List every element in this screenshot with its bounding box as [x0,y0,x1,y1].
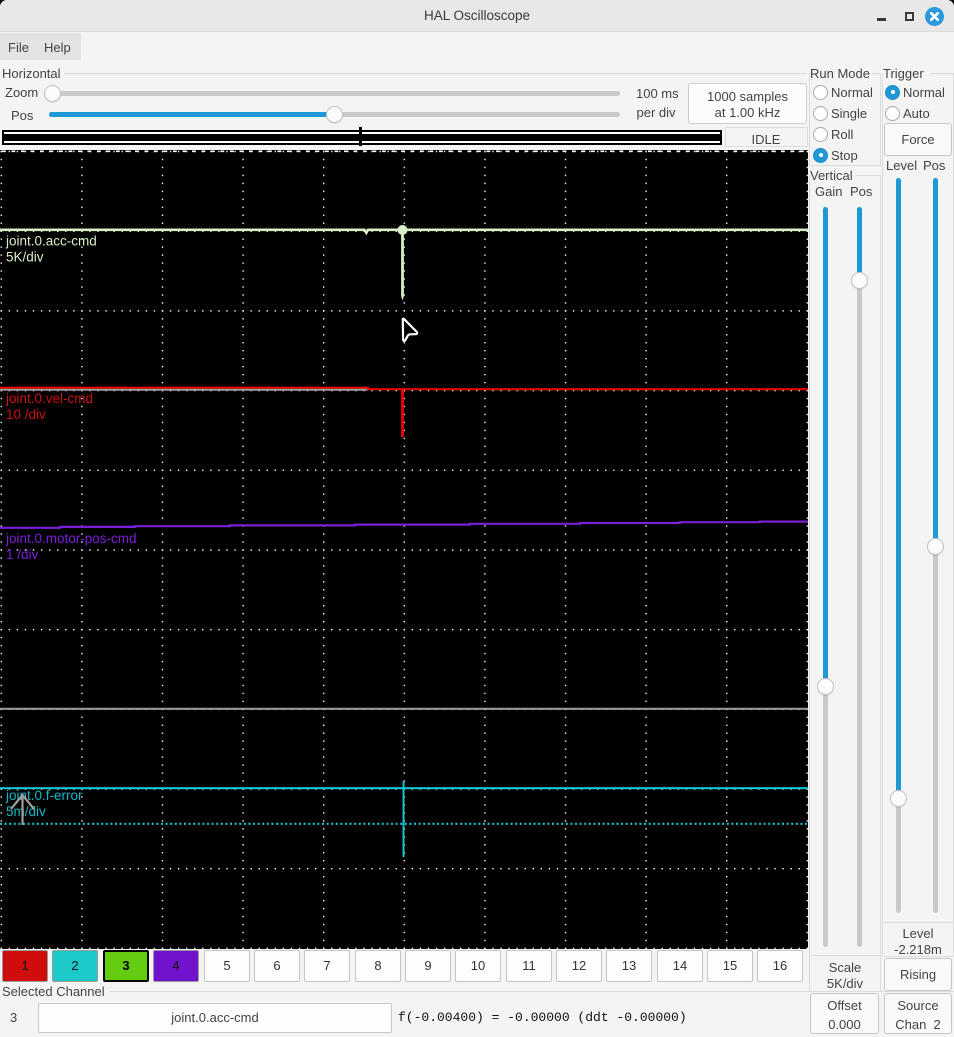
svg-text:1 /div: 1 /div [6,547,39,562]
svg-text:5K/div: 5K/div [6,250,44,265]
svg-text:joint.0.motor-pos-cmd: joint.0.motor-pos-cmd [5,531,137,546]
svg-text:joint.0.vel-cmd: joint.0.vel-cmd [5,391,93,406]
svg-text:joint.0.acc-cmd: joint.0.acc-cmd [5,234,97,249]
svg-text:10 /div: 10 /div [6,407,46,422]
